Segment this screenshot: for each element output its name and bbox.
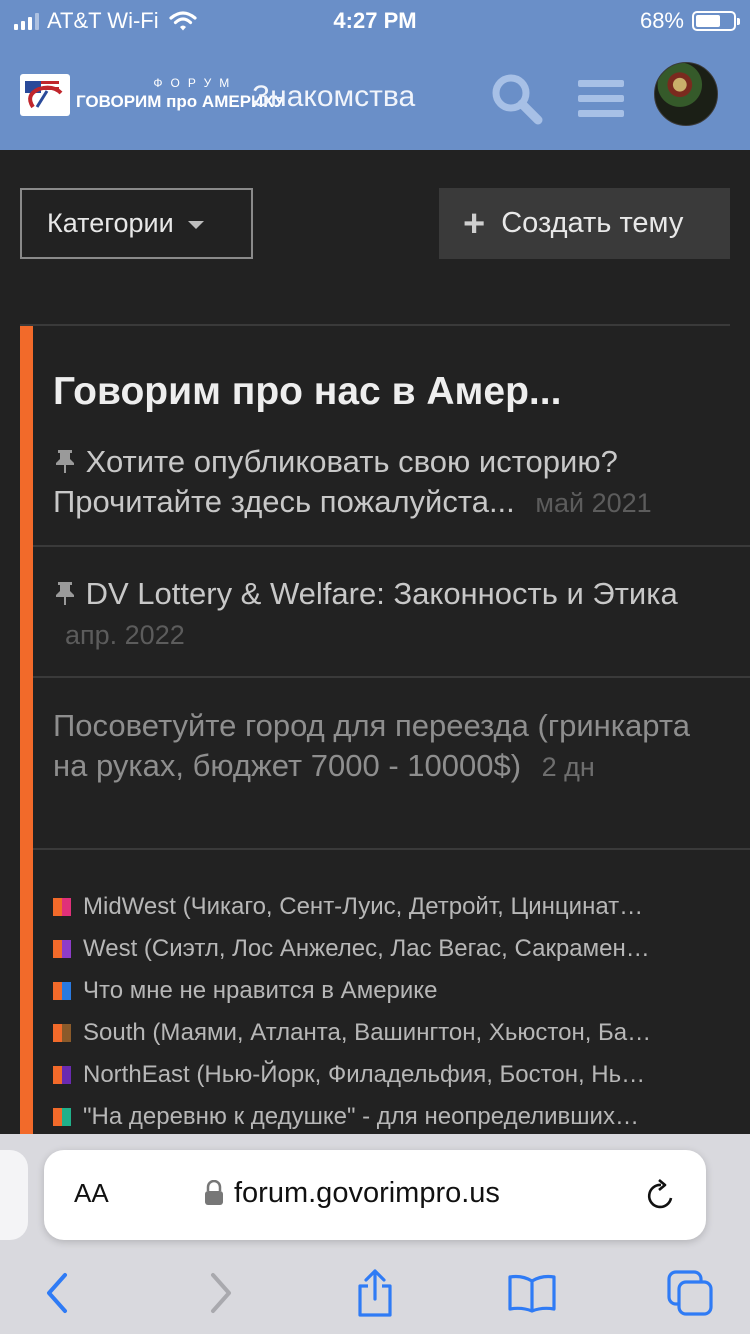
share-button[interactable] [350, 1268, 400, 1318]
subcategory-color-icon [53, 898, 71, 916]
subcategory-color-icon [53, 1024, 71, 1042]
topic-item[interactable]: DV Lottery & Welfare: Законность и Этика… [53, 574, 713, 655]
previous-tab-peek[interactable] [0, 1150, 28, 1240]
category-block: Говорим про нас в Амер... Хотите опублик… [20, 326, 750, 1134]
logo-emblem-icon [25, 81, 63, 109]
subcategory-color-icon [53, 1108, 71, 1126]
subcategory-label: Что мне не нравится в Америке [83, 977, 438, 1004]
back-button[interactable] [33, 1268, 83, 1318]
subcategory-item[interactable]: South (Маями, Атланта, Вашингтон, Хьюсто… [53, 1012, 733, 1054]
create-topic-label: Создать тему [501, 207, 684, 239]
topic-title: DV Lottery & Welfare: Законность и Этика [85, 576, 678, 611]
forward-button[interactable] [195, 1268, 245, 1318]
topic-item[interactable]: Посоветуйте город для переезда (гринкарт… [53, 706, 713, 787]
tabs-icon [667, 1270, 713, 1316]
topic-title: Хотите опубликовать свою историю? Прочит… [53, 444, 618, 519]
subcategory-label: West (Сиэтл, Лос Анжелес, Лас Вегас, Сак… [83, 935, 650, 962]
clock: 4:27 PM [333, 8, 417, 33]
search-icon [492, 74, 543, 125]
search-button[interactable] [486, 70, 546, 126]
subcategory-color-icon [53, 1066, 71, 1084]
share-icon [358, 1269, 392, 1317]
categories-dropdown[interactable]: Категории [20, 188, 253, 259]
create-topic-button[interactable]: + Создать тему [439, 188, 730, 259]
url-text: forum.govorimpro.us [234, 1177, 500, 1209]
menu-button[interactable] [571, 70, 631, 126]
categories-label: Категории [47, 208, 174, 238]
subcategory-label: MidWest (Чикаго, Сент-Луис, Детройт, Цин… [83, 893, 644, 920]
topic-separator [33, 676, 750, 678]
reader-options-button[interactable]: AA [74, 1178, 109, 1209]
user-avatar[interactable] [654, 62, 718, 126]
subcategory-color-icon [53, 940, 71, 958]
topic-separator [33, 545, 750, 547]
subcategory-item[interactable]: MidWest (Чикаго, Сент-Луис, Детройт, Цин… [53, 886, 733, 928]
pin-icon [53, 444, 86, 479]
forward-arrow-icon [211, 1273, 231, 1313]
reload-icon[interactable] [644, 1177, 678, 1213]
caret-down-icon [187, 220, 204, 229]
bookmarks-icon [508, 1274, 556, 1313]
address-bar[interactable]: AA forum.govorimpro.us [44, 1150, 706, 1240]
site-header: ФОРУМ ГОВОРИМ про АМЕРИКУ Знакомства [0, 40, 750, 150]
topic-date: май 2021 [535, 488, 652, 518]
battery-icon [692, 11, 740, 31]
subcategory-item[interactable]: West (Сиэтл, Лос Анжелес, Лас Вегас, Сак… [53, 928, 733, 970]
topic-date: 2 дн [541, 752, 595, 782]
topic-separator [33, 848, 750, 850]
tabs-button[interactable] [665, 1268, 715, 1318]
pin-icon [53, 576, 86, 611]
subcategory-label: South (Маями, Атланта, Вашингтон, Хьюсто… [83, 1019, 652, 1046]
battery-status: 68% [639, 8, 740, 34]
subcategory-item[interactable]: Что мне не нравится в Америке [53, 970, 733, 1012]
plus-icon: + [463, 202, 486, 245]
topic-item[interactable]: Хотите опубликовать свою историю? Прочит… [53, 442, 713, 523]
category-title[interactable]: Говорим про нас в Амер... [53, 370, 561, 414]
browser-toolbar [0, 1264, 750, 1324]
back-arrow-icon [47, 1273, 67, 1313]
subcategory-item[interactable]: "На деревню к дедушке" - для неопределив… [53, 1096, 733, 1138]
topic-date: апр. 2022 [65, 620, 185, 650]
browser-chrome: AA forum.govorimpro.us [0, 1134, 750, 1334]
hamburger-icon [578, 80, 624, 117]
status-bar: AT&T Wi-Fi 4:27 PM 68% [0, 0, 750, 40]
subcategory-item[interactable]: NorthEast (Нью-Йорк, Филадельфия, Бостон… [53, 1054, 733, 1096]
site-logo[interactable] [20, 74, 70, 116]
subcategory-color-icon [53, 982, 71, 1000]
battery-percent: 68% [639, 8, 684, 33]
subcategory-label: NorthEast (Нью-Йорк, Филадельфия, Бостон… [83, 1061, 646, 1088]
subcategory-label: "На деревню к дедушке" - для неопределив… [83, 1103, 639, 1130]
bookmarks-button[interactable] [507, 1268, 557, 1318]
lock-icon [205, 1180, 223, 1205]
page-title[interactable]: Знакомства [252, 80, 415, 114]
subcategory-list: MidWest (Чикаго, Сент-Луис, Детройт, Цин… [53, 886, 733, 1138]
topic-controls: Категории + Создать тему [0, 150, 750, 320]
